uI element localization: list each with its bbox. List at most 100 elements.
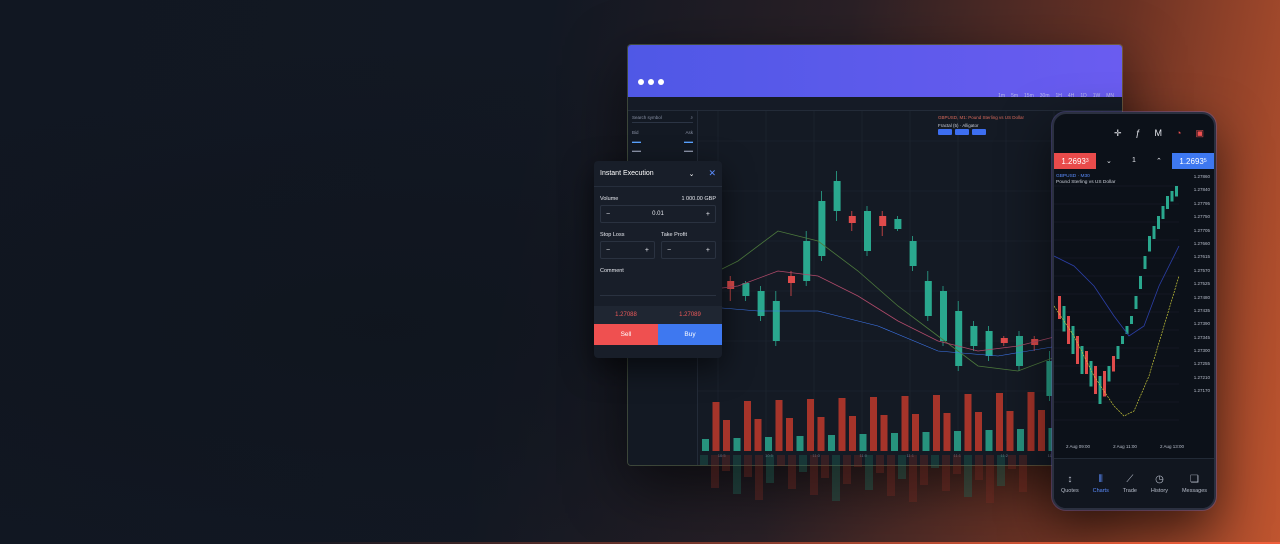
- candle: [970, 326, 978, 346]
- phone-candle: [1130, 316, 1133, 324]
- lot-decrease-icon[interactable]: ⌄: [1106, 157, 1112, 165]
- candle: [924, 281, 932, 316]
- tp-decrease-button[interactable]: −: [667, 247, 671, 254]
- time-tick-label: 11:0: [812, 453, 820, 458]
- nav-item-messages[interactable]: ❏ Messages: [1182, 474, 1207, 494]
- candle: [833, 181, 841, 211]
- chart-button[interactable]: [972, 129, 986, 135]
- lot-increase-icon[interactable]: ⌃: [1156, 157, 1162, 165]
- phone-candle: [1175, 186, 1178, 197]
- volume-bar: [765, 437, 772, 451]
- date-tick-label: 2 Aug 09:00: [1066, 444, 1091, 449]
- volume-bar: [807, 399, 814, 451]
- candle: [1016, 336, 1023, 366]
- price-row: 1.27088 1.27089: [594, 306, 722, 324]
- chart-indicator-info: Fractal (5) · Alligator: [938, 123, 979, 128]
- phone-chart-svg[interactable]: [1054, 176, 1214, 446]
- time-tick-label: 11:0: [859, 453, 867, 458]
- volume-label: Volume: [600, 196, 619, 202]
- price-tick-label: 1.27860: [1193, 174, 1210, 179]
- comment-label: Comment: [600, 268, 624, 274]
- phone-bottom-nav: ↕ Quotes ⦀ Charts ⟋ Trade ◷ History ❏ Messages: [1054, 458, 1214, 508]
- nav-item-quotes[interactable]: ↕ Quotes: [1061, 474, 1079, 494]
- volume-increase-button[interactable]: +: [706, 211, 710, 218]
- stop-loss-stepper[interactable]: − +: [600, 241, 655, 259]
- candle: [864, 211, 871, 251]
- nav-label: Messages: [1181, 487, 1208, 494]
- chart-button[interactable]: [955, 129, 969, 135]
- price-tick-label: 1.27570: [1193, 267, 1210, 273]
- symbol-header-row: Bid Ask: [632, 128, 693, 137]
- time-tick-label: 11:1: [953, 453, 962, 458]
- indicators-icon[interactable]: ƒ: [1136, 128, 1141, 138]
- timeframe-icon[interactable]: M: [1155, 128, 1163, 138]
- quotes-icon: ↕: [1067, 473, 1073, 485]
- price-tick-label: 1.27840: [1193, 187, 1210, 193]
- volume-bar: [828, 435, 835, 451]
- volume-bar: [1027, 392, 1035, 451]
- volume-bar: [964, 394, 972, 451]
- chart-button[interactable]: [938, 129, 952, 135]
- candle: [848, 216, 856, 223]
- search-icon[interactable]: ⌕: [690, 115, 693, 122]
- candle: [955, 311, 963, 366]
- crosshair-icon[interactable]: ✛: [1114, 128, 1122, 139]
- messages-icon: ❏: [1190, 473, 1199, 485]
- time-tick-label: 11:1: [906, 453, 914, 458]
- phone-candle: [1098, 376, 1102, 404]
- buy-button[interactable]: Buy: [658, 324, 722, 345]
- bid-header: Bid: [632, 130, 639, 135]
- nav-item-history[interactable]: ◷ History: [1151, 474, 1168, 494]
- volume-decrease-button[interactable]: −: [606, 211, 610, 218]
- volume-stepper: − 0.01 +: [600, 205, 716, 223]
- clock-icon[interactable]: ◔: [1176, 128, 1181, 138]
- phone-candle: [1067, 316, 1070, 344]
- window-dot-icon[interactable]: [638, 79, 644, 85]
- nav-label: History: [1150, 487, 1169, 494]
- price-tick-label: 1.27795: [1193, 200, 1210, 206]
- candle: [772, 301, 780, 341]
- window-dot-icon[interactable]: [648, 79, 654, 85]
- tp-increase-button[interactable]: +: [706, 247, 710, 254]
- price-tick-label: 1.27300: [1193, 348, 1210, 354]
- comment-input[interactable]: [600, 278, 716, 296]
- window-dot-icon[interactable]: [658, 79, 664, 85]
- phone-candle: [1121, 336, 1124, 344]
- time-tick-label: 11:2: [1000, 453, 1009, 458]
- phone-sell-button[interactable]: 1.2693 3: [1054, 153, 1096, 169]
- nav-item-trade[interactable]: ⟋ Trade: [1123, 474, 1137, 494]
- volume-bar: [880, 415, 888, 451]
- sell-button[interactable]: Sell: [594, 324, 658, 345]
- symbol-row[interactable]: ▬▬ ▬▬: [632, 137, 693, 146]
- phone-candle: [1107, 366, 1111, 382]
- phone-lot-value[interactable]: 1: [1132, 157, 1136, 165]
- sl-decrease-button[interactable]: −: [606, 247, 610, 254]
- volume-bar: [1038, 410, 1045, 451]
- nav-item-charts[interactable]: ⦀ Charts: [1093, 474, 1109, 494]
- volume-input[interactable]: 0.01: [652, 211, 664, 217]
- volume-bar: [754, 419, 762, 451]
- phone-candle: [1134, 296, 1138, 309]
- volume-bar: [1017, 429, 1024, 451]
- window-controls: [638, 79, 664, 85]
- history-icon: ◷: [1155, 473, 1164, 485]
- volume-bar: [912, 414, 919, 451]
- volume-bar: [922, 432, 930, 451]
- price-tick-label: 1.27525: [1193, 281, 1210, 287]
- close-icon[interactable]: ✕: [708, 168, 716, 179]
- candle: [742, 283, 750, 296]
- volume-bar: [796, 436, 804, 451]
- volume-bar: [786, 418, 793, 451]
- volume-bar: [1006, 411, 1014, 451]
- take-profit-stepper[interactable]: − +: [661, 241, 716, 259]
- sl-tp-row: Stop Loss − + Take Profit − +: [600, 223, 716, 259]
- symbol-search-input[interactable]: Search symbol ⌕: [632, 115, 693, 123]
- price-tick-label: 1.27345: [1193, 334, 1210, 340]
- sl-increase-button[interactable]: +: [645, 247, 649, 254]
- candle: [894, 219, 902, 229]
- chevron-down-icon[interactable]: ⌄: [689, 170, 695, 178]
- symbol-row[interactable]: ▬▬ ▬▬: [632, 146, 693, 155]
- volume-bar: [838, 398, 846, 451]
- phone-buy-button[interactable]: 1.2693 5: [1172, 153, 1214, 169]
- trade-icon[interactable]: ▣: [1195, 128, 1204, 139]
